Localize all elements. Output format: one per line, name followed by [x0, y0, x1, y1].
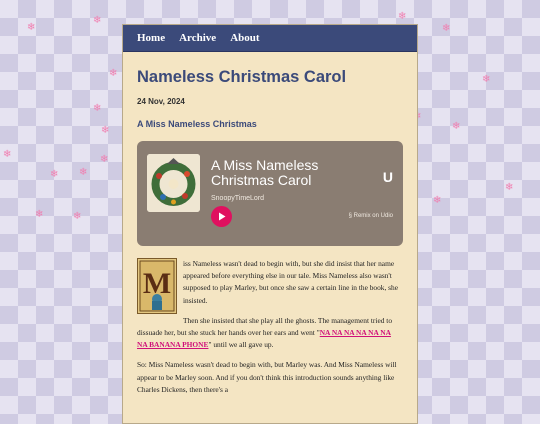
snowflake-icon: ❄	[3, 149, 12, 160]
nav-about-link[interactable]: About	[230, 32, 259, 44]
post-date: 24 Nov, 2024	[137, 97, 185, 106]
snowflake-icon: ❄	[109, 68, 118, 79]
post-body: M iss Nameless wasn't dead to begin with…	[137, 258, 403, 396]
snowflake-icon: ❄	[433, 195, 442, 206]
bottom-fade	[123, 405, 417, 423]
snowflake-icon: ❄	[452, 121, 461, 132]
snowflake-icon: ❄	[27, 22, 36, 33]
snowflake-icon: ❄	[35, 209, 44, 220]
dropcap-image: M	[137, 258, 177, 314]
play-icon	[218, 212, 225, 221]
snowflake-icon: ❄	[442, 23, 451, 34]
nav-home-link[interactable]: Home	[137, 32, 165, 44]
artist-name[interactable]: SnoopyTimeLord	[211, 195, 264, 202]
snowflake-icon: ❄	[505, 182, 514, 193]
song-title[interactable]: A Miss Nameless Christmas Carol	[211, 158, 341, 188]
album-cover[interactable]	[147, 154, 200, 212]
snowflake-icon: ❄	[482, 74, 491, 85]
udio-logo-icon[interactable]: U	[383, 169, 393, 185]
snowflake-icon: ❄	[101, 125, 110, 136]
udio-player: A Miss Nameless Christmas Carol SnoopyTi…	[137, 141, 403, 246]
paragraph-3: So: Miss Nameless wasn't dead to begin w…	[137, 360, 397, 394]
snowflake-icon: ❄	[93, 103, 102, 114]
post-content: Nameless Christmas Carol 24 Nov, 2024 A …	[123, 68, 417, 396]
snowflake-icon: ❄	[100, 154, 109, 165]
snowflake-icon: ❄	[73, 211, 82, 222]
paragraph-2-end: " until we all gave up.	[208, 340, 274, 350]
snowflake-icon: ❄	[79, 167, 88, 178]
post-title: Nameless Christmas Carol	[137, 68, 347, 86]
remix-label: Remix on Udio	[353, 213, 393, 219]
nav-archive-link[interactable]: Archive	[179, 32, 216, 44]
top-nav: Home Archive About	[123, 25, 417, 52]
blog-page: Home Archive About Nameless Christmas Ca…	[122, 24, 418, 424]
snowflake-icon: ❄	[398, 11, 407, 22]
post-subtitle: A Miss Nameless Christmas	[137, 119, 257, 129]
snowflake-icon: ❄	[50, 169, 59, 180]
snowflake-icon: ❄	[93, 15, 102, 26]
remix-on-udio-link[interactable]: § Remix on Udio	[349, 213, 393, 219]
play-button[interactable]	[211, 206, 232, 227]
paragraph-2: Then she insisted that she play all the …	[137, 315, 403, 352]
